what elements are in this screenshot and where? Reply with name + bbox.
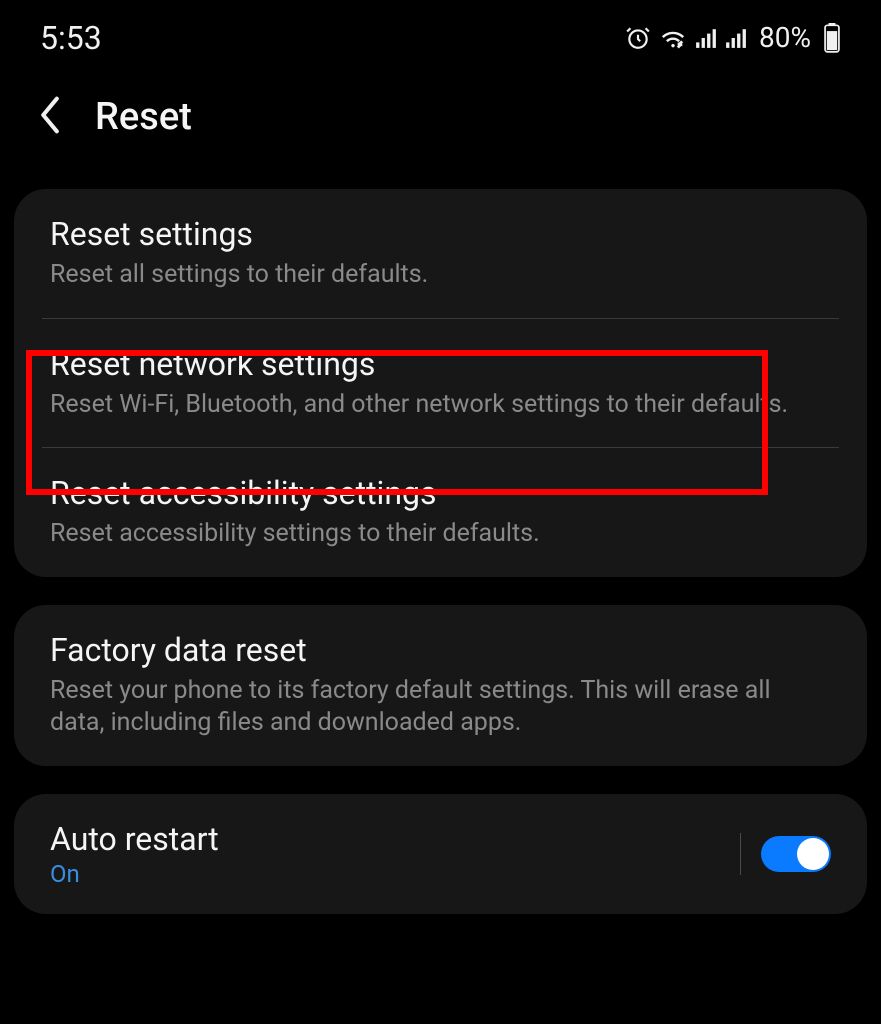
auto-restart-toggle[interactable] bbox=[761, 836, 831, 872]
reset-options-card: Reset settings Reset all settings to the… bbox=[14, 189, 867, 577]
auto-restart-row[interactable]: Auto restart On bbox=[14, 794, 867, 914]
wifi-icon bbox=[659, 26, 687, 50]
signal-icon-2 bbox=[725, 27, 747, 49]
row-title: Auto restart bbox=[50, 820, 219, 858]
back-button[interactable] bbox=[30, 97, 70, 137]
row-title: Reset network settings bbox=[50, 345, 831, 383]
row-desc: Reset all settings to their defaults. bbox=[50, 259, 831, 292]
status-icons: 80% bbox=[625, 21, 841, 54]
status-bar: 5:53 80% bbox=[0, 0, 881, 65]
row-title: Reset accessibility settings bbox=[50, 474, 831, 512]
switch-knob bbox=[797, 838, 829, 870]
row-title: Reset settings bbox=[50, 215, 831, 253]
row-desc: Reset your phone to its factory default … bbox=[50, 675, 831, 740]
row-desc: Reset accessibility settings to their de… bbox=[50, 518, 831, 551]
reset-settings-row[interactable]: Reset settings Reset all settings to the… bbox=[14, 189, 867, 318]
reset-accessibility-settings-row[interactable]: Reset accessibility settings Reset acces… bbox=[14, 448, 867, 577]
status-time: 5:53 bbox=[40, 19, 102, 57]
factory-data-reset-row[interactable]: Factory data reset Reset your phone to i… bbox=[14, 605, 867, 766]
page-title: Reset bbox=[95, 95, 192, 139]
auto-restart-card: Auto restart On bbox=[14, 794, 867, 914]
reset-network-settings-row[interactable]: Reset network settings Reset Wi-Fi, Blue… bbox=[14, 319, 867, 448]
signal-icon-1 bbox=[695, 27, 717, 49]
row-desc: Reset Wi-Fi, Bluetooth, and other networ… bbox=[50, 389, 831, 422]
header: Reset bbox=[0, 65, 881, 179]
battery-icon bbox=[823, 23, 841, 53]
vertical-divider bbox=[740, 833, 741, 875]
row-title: Factory data reset bbox=[50, 631, 831, 669]
toggle-status: On bbox=[50, 860, 219, 888]
chevron-left-icon bbox=[38, 96, 62, 138]
battery-percentage: 80% bbox=[759, 21, 811, 54]
factory-reset-card: Factory data reset Reset your phone to i… bbox=[14, 605, 867, 766]
alarm-icon bbox=[625, 25, 651, 51]
